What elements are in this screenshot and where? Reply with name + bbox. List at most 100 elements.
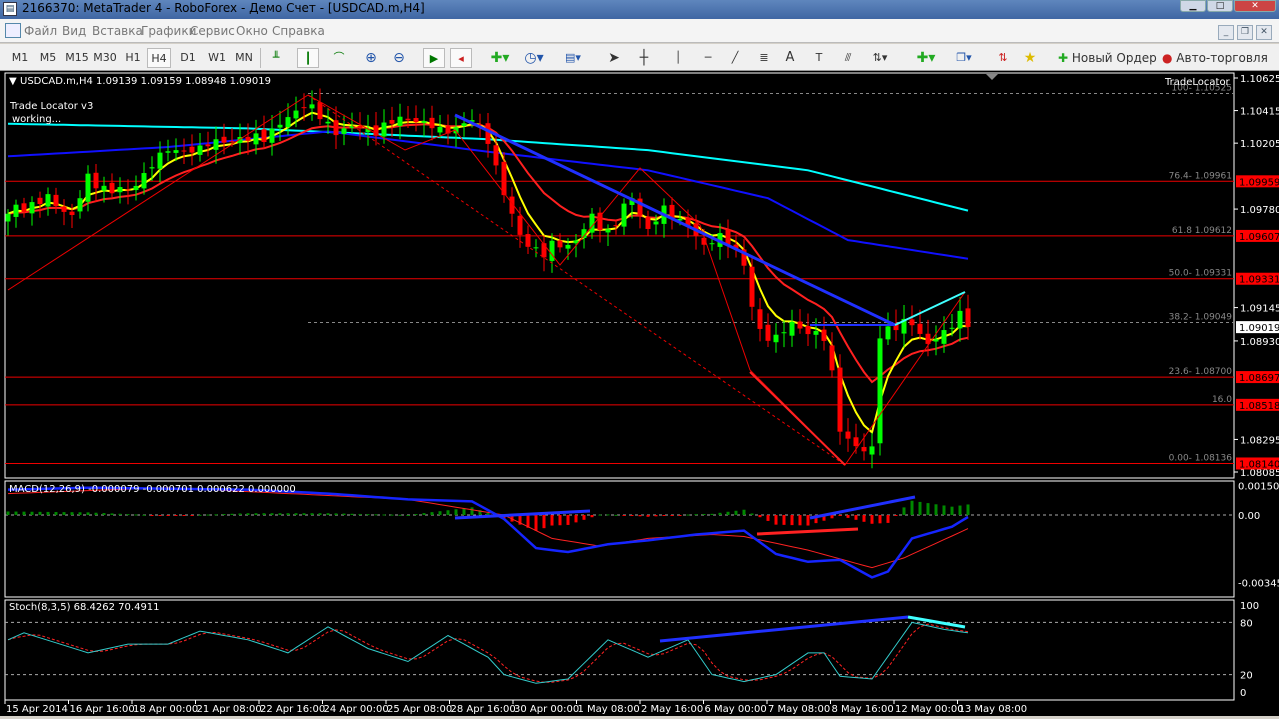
macd-histogram-bar — [342, 513, 346, 515]
candle-body — [517, 215, 523, 235]
price-chart[interactable]: 100- 1.1052538.2- 1.0904976.4- 1.0996161… — [0, 71, 1279, 716]
maximize-button[interactable]: □ — [1207, 0, 1233, 12]
macd-histogram-bar — [574, 515, 578, 523]
menu-tools[interactable]: Сервис — [190, 24, 235, 38]
candle-body — [253, 133, 259, 145]
macd-histogram-bar — [910, 500, 914, 515]
timeframe-w1[interactable]: W1 — [205, 48, 229, 68]
macd-histogram-bar — [670, 515, 674, 516]
menu-bar: Файл Вид Вставка Графики Сервис Окно Спр… — [0, 19, 1279, 43]
profiles-icon[interactable]: ❐▾ — [948, 48, 980, 68]
macd-histogram-bar — [806, 515, 810, 526]
menu-file[interactable]: Файл — [24, 24, 57, 38]
bar-chart-icon[interactable]: ╨ — [265, 48, 287, 68]
text-label-icon[interactable]: T — [810, 48, 828, 68]
menu-help[interactable]: Справка — [272, 24, 325, 38]
minimize-button[interactable]: ▁ — [1180, 0, 1206, 12]
candle-body — [757, 309, 763, 329]
macd-histogram-bar — [294, 513, 298, 515]
periods-icon[interactable]: ◷▾ — [520, 48, 548, 68]
candle-body — [781, 332, 787, 334]
macd-histogram-bar — [582, 515, 586, 520]
candle-body — [309, 104, 315, 109]
timeframe-mn[interactable]: MN — [232, 48, 256, 68]
timeframe-m30[interactable]: M30 — [91, 48, 119, 68]
macd-histogram-bar — [598, 514, 602, 516]
title-bar: ▤ 2166370: MetaTrader 4 - RoboForex - Де… — [0, 0, 1279, 19]
macd-histogram-bar — [590, 515, 594, 518]
macd-histogram-bar — [222, 514, 226, 516]
new-chart-icon[interactable]: ✚▾ — [910, 48, 942, 68]
macd-histogram-bar — [374, 514, 378, 516]
menu-view[interactable]: Вид — [62, 24, 86, 38]
timeframe-d1[interactable]: D1 — [176, 48, 200, 68]
macd-histogram-bar — [862, 515, 866, 522]
candle-body — [653, 221, 659, 225]
macd-histogram-bar — [894, 515, 898, 516]
text-icon[interactable]: A — [782, 48, 798, 68]
auto-trading-button[interactable]: ● Авто-торговля — [1162, 48, 1274, 68]
timeframe-m5[interactable]: M5 — [34, 48, 62, 68]
candle-body — [293, 110, 299, 119]
candle-body — [645, 217, 651, 229]
close-button[interactable]: ✕ — [1234, 0, 1276, 12]
macd-histogram-bar — [926, 503, 930, 515]
toolbar: M1 M5 M15 M30 H1 H4 D1 W1 MN ╨ ┃ ⌒ ⊕ ⊖ ▶… — [0, 44, 1279, 71]
macd-histogram-bar — [846, 515, 850, 518]
candle-body — [5, 213, 11, 222]
timeframe-m1[interactable]: M1 — [8, 48, 32, 68]
auto-scroll-icon[interactable]: ▶ — [423, 48, 445, 68]
mdi-restore-button[interactable]: ❐ — [1237, 25, 1253, 40]
chart-shift-marker — [986, 74, 998, 80]
zoom-out-icon[interactable]: ⊖ — [388, 48, 410, 68]
navigator-icon[interactable]: ★ — [1020, 48, 1040, 68]
macd-histogram-bar — [702, 513, 706, 515]
chart-shift-icon[interactable]: ◂ — [450, 48, 472, 68]
timeframe-m15[interactable]: M15 — [63, 48, 91, 68]
timeframe-h1[interactable]: H1 — [121, 48, 145, 68]
candle-body — [173, 150, 179, 153]
auto-trading-icon: ● — [1162, 51, 1177, 65]
candle-body — [21, 203, 27, 212]
trendline-icon[interactable]: ╱ — [727, 48, 743, 68]
vertical-line-icon[interactable]: │ — [670, 48, 686, 68]
macd-histogram-bar — [558, 515, 562, 526]
candle-body — [669, 204, 675, 218]
stoch-pane-border — [4, 599, 1235, 701]
zoom-in-icon[interactable]: ⊕ — [360, 48, 382, 68]
market-watch-icon[interactable]: ⇅ — [993, 48, 1013, 68]
fibonacci-icon[interactable]: ≣ — [754, 48, 774, 68]
macd-histogram-bar — [22, 511, 26, 515]
line-chart-icon[interactable]: ⌒ — [328, 48, 350, 68]
candle-body — [189, 146, 195, 153]
mdi-close-button[interactable]: ✕ — [1256, 25, 1272, 40]
candle-body — [133, 185, 139, 191]
templates-icon[interactable]: ▤▾ — [558, 48, 588, 68]
indicators-icon[interactable]: ✚▾ — [486, 48, 514, 68]
new-order-button[interactable]: ✚ Новый Ордер — [1058, 48, 1158, 68]
macd-histogram-bar — [694, 514, 698, 516]
stoch-tick-label: 20 — [1240, 671, 1253, 682]
cursor-icon[interactable]: ➤ — [604, 48, 624, 68]
toolbar-separator — [260, 48, 261, 68]
fibo-expansion-icon[interactable]: ⫻ — [838, 48, 858, 68]
macd-histogram-bar — [6, 511, 10, 515]
collapse-arrow-icon[interactable]: ▼ — [9, 76, 17, 87]
menu-charts[interactable]: Графики — [141, 24, 196, 38]
arrows-icon[interactable]: ⇅▾ — [866, 48, 894, 68]
menu-window[interactable]: Окно — [236, 24, 268, 38]
crosshair-icon[interactable]: ┼ — [634, 48, 654, 68]
macd-histogram-bar — [622, 515, 626, 516]
horizontal-line-icon[interactable]: ─ — [700, 48, 716, 68]
candle-body — [805, 326, 811, 335]
candlestick-chart-icon[interactable]: ┃ — [297, 48, 319, 68]
timeframe-h4[interactable]: H4 — [147, 48, 171, 68]
macd-histogram-bar — [454, 509, 458, 515]
macd-pane-border — [4, 480, 1235, 598]
macd-histogram-bar — [878, 515, 882, 524]
macd-histogram-bar — [174, 515, 178, 516]
menu-insert[interactable]: Вставка — [92, 24, 143, 38]
macd-histogram-bar — [366, 514, 370, 516]
mdi-minimize-button[interactable]: _ — [1218, 25, 1234, 40]
chart-window[interactable]: 100- 1.10525 38.2- 1.09049 76.4- 1.09961 61… — [0, 71, 1279, 716]
